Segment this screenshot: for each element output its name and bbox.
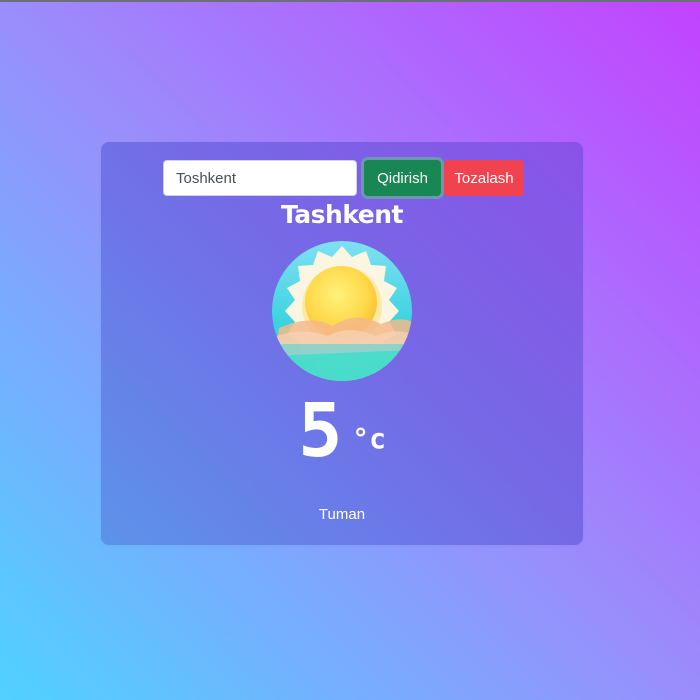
- top-border-line: [0, 0, 700, 2]
- temperature-display: 5 °c: [101, 394, 583, 468]
- search-bar: Qidirish Tozalash: [163, 160, 524, 196]
- sunny-weather-icon: [272, 241, 412, 381]
- clear-button[interactable]: Tozalash: [444, 160, 524, 196]
- search-button[interactable]: Qidirish: [364, 160, 441, 196]
- weather-description: Tuman: [318, 506, 366, 523]
- city-name: Tashkent: [280, 200, 404, 229]
- city-search-input[interactable]: [163, 160, 357, 196]
- weather-card: Qidirish Tozalash Tashkent: [101, 142, 583, 545]
- temperature-value: 5: [298, 388, 343, 474]
- temperature-unit: °c: [352, 422, 386, 455]
